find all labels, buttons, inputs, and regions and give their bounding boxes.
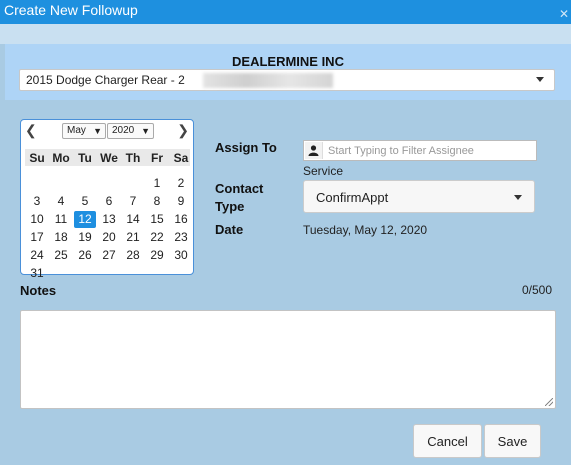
weekday-label: We [100,151,118,165]
vehicle-select[interactable]: 2015 Dodge Charger Rear - 2 [19,69,555,91]
calendar-day[interactable]: 27 [98,247,120,264]
calendar-day-selected[interactable]: 12 [74,211,96,228]
chevron-right-icon[interactable]: ❯ [177,122,189,139]
notes-counter: 0/500 [521,283,552,297]
calendar-day[interactable]: 20 [98,229,120,246]
calendar-day[interactable]: 11 [50,211,72,228]
dealer-name: DEALERMINE INC [232,54,344,69]
dialog-titlebar: Create New Followup ✕ [0,0,571,24]
calendar-day[interactable]: 16 [170,211,192,228]
date-label: Date [215,222,244,237]
caret-down-icon: ▼ [141,126,150,136]
year-select-value: 2020 [112,125,135,136]
calendar-day[interactable]: 8 [146,193,168,210]
calendar-day[interactable]: 13 [98,211,120,228]
caret-down-icon: ▼ [93,126,102,136]
user-icon [305,142,323,159]
month-select-value: May [67,125,86,136]
assignee-value: Service [303,164,344,178]
calendar-day[interactable]: 28 [122,247,144,264]
contact-type-value: ConfirmAppt [316,190,389,205]
weekday-label: Fr [151,151,163,165]
date-picker-calendar: ❮ May ▼ 2020 ▼ ❯ Su Mo Tu We Th Fr Sa 12345678… [20,119,194,280]
calendar-day[interactable]: 18 [50,229,72,246]
year-select[interactable]: 2020 ▼ [107,123,154,139]
weekday-label: Th [125,151,141,165]
chevron-down-icon [536,77,544,82]
calendar-day[interactable]: 23 [170,229,192,246]
calendar-day[interactable]: 19 [74,229,96,246]
calendar-day[interactable]: 31 [26,265,48,282]
calendar-day[interactable]: 29 [146,247,168,264]
calendar-day[interactable]: 4 [50,193,72,210]
vehicle-header: DEALERMINE INC 2015 Dodge Charger Rear -… [5,44,571,100]
calendar-day[interactable]: 6 [98,193,120,210]
contact-type-label-line1: Contact [215,181,264,196]
title-band [0,24,571,44]
calendar-day[interactable]: 9 [170,193,192,210]
weekday-header: Su Mo Tu We Th Fr Sa [25,149,190,166]
save-button[interactable]: Save [484,424,541,458]
assignee-field[interactable] [303,140,537,161]
notes-label: Notes [20,283,57,298]
calendar-day[interactable]: 21 [122,229,144,246]
calendar-day[interactable]: 10 [26,211,48,228]
calendar-day[interactable]: 14 [122,211,144,228]
contact-type-select[interactable]: ConfirmAppt [303,180,535,213]
calendar-day[interactable]: 24 [26,247,48,264]
close-icon[interactable]: ✕ [559,7,569,21]
chevron-down-icon [514,195,522,200]
calendar-day[interactable]: 22 [146,229,168,246]
weekday-label: Su [29,151,45,165]
weekday-label: Sa [173,151,189,165]
calendar-day[interactable]: 7 [122,193,144,210]
assignee-input[interactable] [328,142,533,159]
calendar-day[interactable]: 30 [170,247,192,264]
dialog-title: Create New Followup [4,2,138,18]
calendar-day[interactable]: 15 [146,211,168,228]
assign-to-label: Assign To [215,140,277,155]
redacted-area [203,73,333,88]
contact-type-label-line2: Type [215,199,245,214]
calendar-day[interactable]: 25 [50,247,72,264]
calendar-day[interactable]: 5 [74,193,96,210]
chevron-left-icon[interactable]: ❮ [25,122,37,139]
calendar-day[interactable]: 1 [146,175,168,192]
calendar-day[interactable]: 3 [26,193,48,210]
cancel-button[interactable]: Cancel [413,424,482,458]
month-select[interactable]: May ▼ [62,123,106,139]
date-value: Tuesday, May 12, 2020 [303,223,428,237]
calendar-day[interactable]: 26 [74,247,96,264]
notes-textarea[interactable] [20,310,556,409]
weekday-label: Tu [78,151,92,165]
resize-grip-icon[interactable] [545,398,553,406]
weekday-label: Mo [52,151,70,165]
calendar-day[interactable]: 17 [26,229,48,246]
calendar-day[interactable]: 2 [170,175,192,192]
vehicle-select-value: 2015 Dodge Charger Rear - 2 [26,73,185,87]
